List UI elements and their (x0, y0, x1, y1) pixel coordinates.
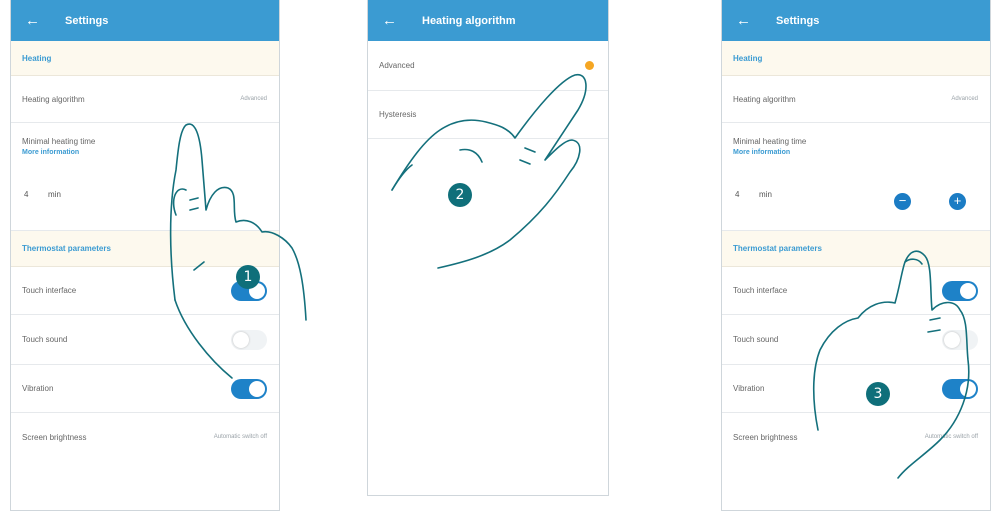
step-badge-3: 3 (866, 382, 890, 406)
pointing-hand-icon (812, 250, 970, 479)
pointing-hand-icon (391, 74, 587, 269)
step-badge-1: 1 (236, 265, 260, 289)
pointing-hand-icon (169, 123, 307, 379)
hand-illustrations (169, 74, 970, 479)
step-badge-2: 2 (448, 183, 472, 207)
